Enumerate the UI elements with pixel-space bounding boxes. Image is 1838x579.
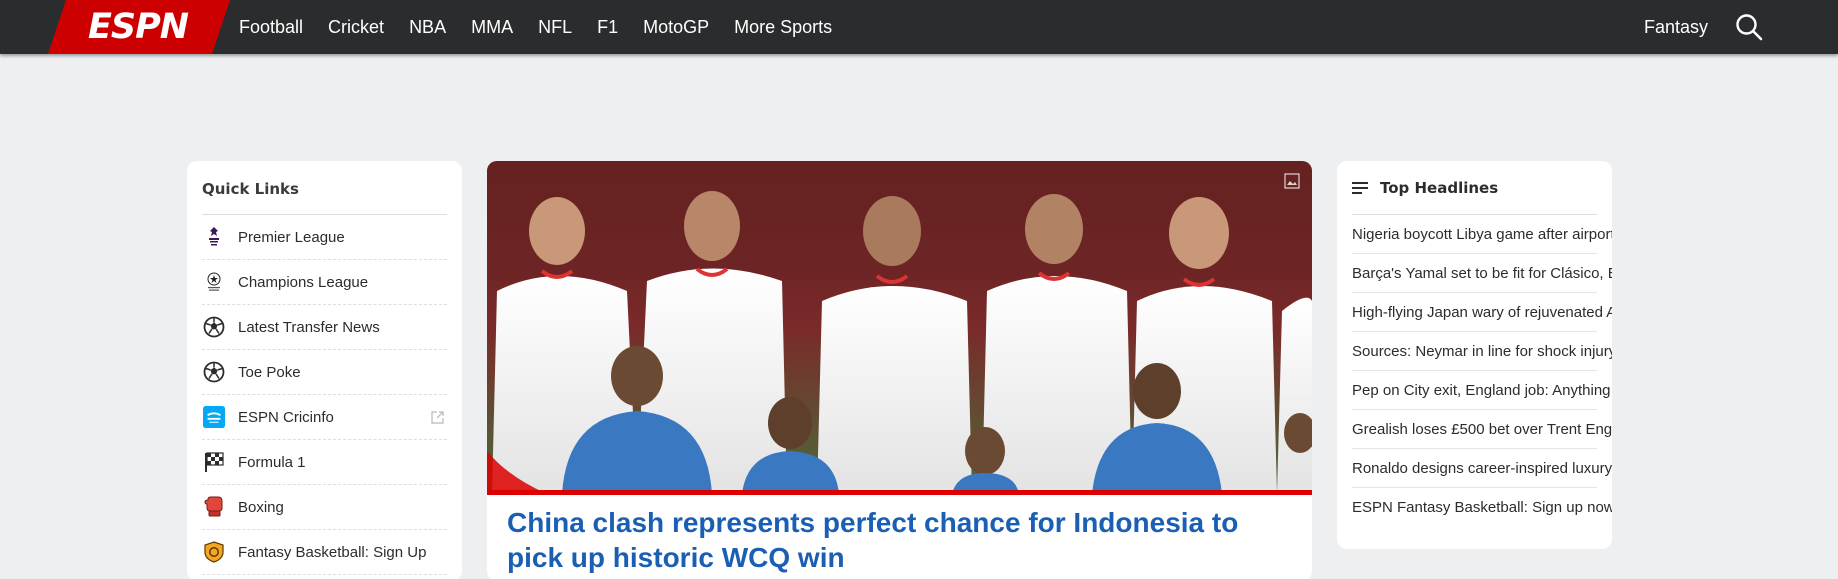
headline-item[interactable]: Nigeria boycott Libya game after airport… [1352, 215, 1612, 254]
headline-text: ESPN Fantasy Basketball: Sign up now [1352, 499, 1612, 516]
top-headlines-card: Top Headlines Nigeria boycott Libya game… [1337, 161, 1612, 549]
quick-link-boxing[interactable]: Boxing [202, 485, 447, 530]
nav-link-motogp[interactable]: MotoGP [643, 17, 709, 38]
quick-link-latest-transfer-news[interactable]: Latest Transfer News [202, 305, 447, 350]
soccer-ball-icon [203, 361, 225, 383]
top-headlines-header: Top Headlines [1352, 179, 1498, 197]
headline-item[interactable]: Grealish loses £500 bet over Trent Engla… [1352, 410, 1612, 449]
quick-link-champions-league[interactable]: Champions League [202, 260, 447, 305]
nav-link-nfl[interactable]: NFL [538, 17, 572, 38]
hero-headline[interactable]: China clash represents perfect chance fo… [507, 505, 1267, 575]
nav-link-fantasy[interactable]: Fantasy [1644, 17, 1708, 38]
quick-link-premier-league[interactable]: Premier League [202, 215, 447, 260]
cricinfo-icon [203, 406, 225, 428]
quick-link-label: Latest Transfer News [238, 318, 380, 336]
headline-text: Pep on City exit, England job: Anything … [1352, 381, 1612, 399]
headline-item[interactable]: Sources: Neymar in line for shock injury… [1352, 332, 1612, 371]
quick-links-card: Quick Links Premier League Champions Lea… [187, 161, 462, 579]
nav-link-nba[interactable]: NBA [409, 17, 446, 38]
hero-accent-bar [487, 490, 1312, 495]
quick-links-title: Quick Links [202, 180, 299, 198]
quick-link-label: Formula 1 [238, 453, 306, 471]
headline-text: High-flying Japan wary of rejuvenated Au… [1352, 303, 1612, 321]
quick-links-list: Premier League Champions League Latest T… [202, 214, 447, 575]
hero-image[interactable] [487, 161, 1312, 494]
quick-link-fantasy-basketball[interactable]: Fantasy Basketball: Sign Up [202, 530, 447, 575]
hero-story-card[interactable]: China clash represents perfect chance fo… [487, 161, 1312, 579]
top-headlines-title: Top Headlines [1380, 179, 1499, 197]
headline-item[interactable]: High-flying Japan wary of rejuvenated Au… [1352, 293, 1612, 332]
headline-text: Sources: Neymar in line for shock injury… [1352, 342, 1612, 360]
headline-text: Nigeria boycott Libya game after airport… [1352, 225, 1612, 243]
headline-item[interactable]: Pep on City exit, England job: Anything … [1352, 371, 1612, 410]
nav-link-more-sports[interactable]: More Sports [734, 17, 832, 38]
logo-text: ESPN [88, 7, 189, 47]
sport-nav: Football Cricket NBA MMA NFL F1 MotoGP M… [239, 0, 857, 54]
champions-league-icon [203, 271, 225, 293]
premier-league-icon [203, 226, 225, 248]
headline-text: Grealish loses £500 bet over Trent Engla… [1352, 420, 1612, 438]
headline-item[interactable]: ESPN Fantasy Basketball: Sign up now [1352, 488, 1612, 527]
espn-logo[interactable]: ESPN [48, 0, 230, 54]
image-gallery-icon[interactable] [1284, 173, 1300, 189]
headline-text: Barça's Yamal set to be fit for Clásico,… [1352, 264, 1612, 282]
quick-link-formula-1[interactable]: Formula 1 [202, 440, 447, 485]
quick-link-espn-cricinfo[interactable]: ESPN Cricinfo [202, 395, 447, 440]
boxing-glove-icon [203, 496, 225, 518]
quick-link-label: Premier League [238, 228, 345, 246]
soccer-ball-icon [203, 316, 225, 338]
headline-list: Nigeria boycott Libya game after airport… [1352, 214, 1612, 527]
nav-link-cricket[interactable]: Cricket [328, 17, 384, 38]
search-icon[interactable] [1734, 12, 1764, 42]
nav-link-football[interactable]: Football [239, 17, 303, 38]
nav-link-mma[interactable]: MMA [471, 17, 513, 38]
top-nav: ESPN Football Cricket NBA MMA NFL F1 Mot… [0, 0, 1838, 54]
quick-link-label: Champions League [238, 273, 369, 291]
quick-link-toe-poke[interactable]: Toe Poke [202, 350, 447, 395]
headline-text: Ronaldo designs career-inspired luxury w… [1352, 459, 1612, 477]
quick-link-label: Boxing [238, 498, 284, 516]
headline-item[interactable]: Ronaldo designs career-inspired luxury w… [1352, 449, 1612, 488]
quick-link-label: Fantasy Basketball: Sign Up [238, 543, 427, 561]
quick-link-label: Toe Poke [238, 363, 301, 381]
nav-right: Fantasy [1644, 0, 1764, 54]
list-icon [1352, 182, 1368, 194]
quick-link-label: ESPN Cricinfo [238, 408, 334, 426]
nav-link-f1[interactable]: F1 [597, 17, 618, 38]
headline-item[interactable]: Barça's Yamal set to be fit for Clásico,… [1352, 254, 1612, 293]
checkered-flag-icon [203, 451, 225, 473]
fantasy-basketball-icon [203, 541, 225, 563]
external-link-icon [431, 411, 444, 424]
